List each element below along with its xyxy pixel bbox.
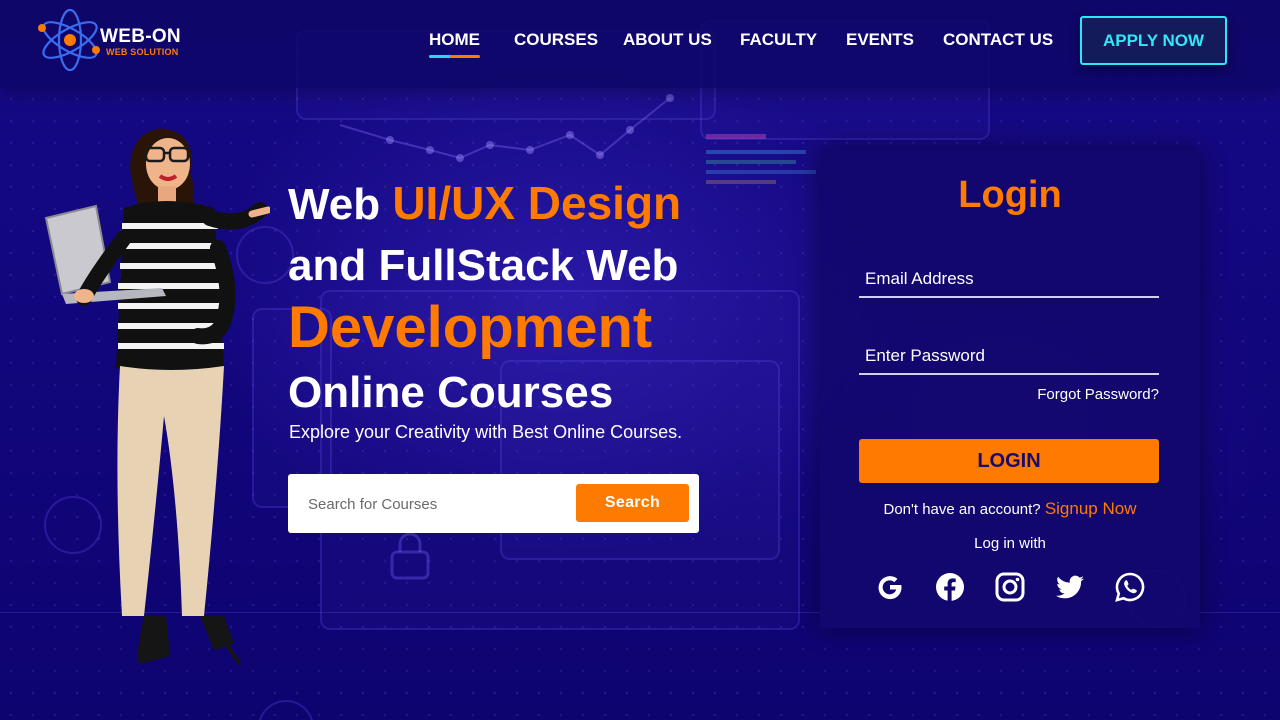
nav-item-contact-us[interactable]: CONTACT US	[943, 30, 1053, 50]
course-search-input[interactable]	[300, 486, 570, 522]
hero-line1-white: Web	[288, 180, 393, 229]
hero-line3: Development	[288, 295, 653, 360]
background-line-chart-deco	[339, 94, 674, 162]
login-button[interactable]: LOGIN	[859, 439, 1159, 483]
twitter-icon[interactable]	[1054, 571, 1086, 603]
nav-item-courses[interactable]: COURSES	[514, 30, 598, 50]
social-login-row	[874, 571, 1154, 605]
signup-prompt: Don't have an account? Signup Now	[820, 499, 1200, 519]
site-logo[interactable]: WEB-ON WEB SOLUTION	[36, 6, 186, 76]
nav-item-home[interactable]: HOME	[429, 30, 480, 58]
hero-line2: and FullStack Web	[288, 241, 679, 290]
instagram-icon[interactable]	[994, 571, 1026, 603]
login-title: Login	[958, 174, 1062, 216]
password-field[interactable]	[859, 339, 1159, 373]
nav-item-events[interactable]: EVENTS	[846, 30, 914, 50]
atom-icon	[38, 8, 100, 72]
nav-item-about-us[interactable]: ABOUT US	[623, 30, 712, 50]
apply-now-button[interactable]: APPLY NOW	[1080, 16, 1227, 65]
no-account-text: Don't have an account?	[883, 501, 1045, 518]
hero-line1-orange: UI/UX Design	[392, 177, 682, 229]
student-with-laptop-illustration	[44, 128, 270, 666]
google-icon[interactable]	[874, 571, 906, 603]
nav-item-faculty[interactable]: FACULTY	[740, 30, 817, 50]
logo-name: WEB-ON	[100, 26, 181, 47]
search-button[interactable]: Search	[576, 484, 689, 522]
login-with-label: Log in with	[974, 535, 1046, 552]
whatsapp-icon[interactable]	[1114, 571, 1146, 603]
email-field-wrapper	[859, 262, 1159, 298]
forgot-password-link[interactable]: Forgot Password?	[1037, 386, 1159, 403]
background-code-lines-deco	[706, 134, 816, 184]
padlock-deco	[390, 532, 430, 580]
login-panel: Login Forgot Password? LOGIN Don't have …	[820, 150, 1200, 628]
hero-line4: Online Courses	[288, 368, 614, 417]
hero-tagline: Explore your Creativity with Best Online…	[289, 422, 683, 442]
signup-link[interactable]: Signup Now	[1045, 499, 1137, 518]
facebook-icon[interactable]	[934, 571, 966, 603]
course-search-box: Search	[288, 474, 699, 533]
logo-subtitle: WEB SOLUTION	[106, 47, 179, 57]
site-header: WEB-ON WEB SOLUTION HOME COURSES ABOUT U…	[0, 0, 1280, 88]
email-field[interactable]	[859, 262, 1159, 296]
password-field-wrapper	[859, 339, 1159, 375]
